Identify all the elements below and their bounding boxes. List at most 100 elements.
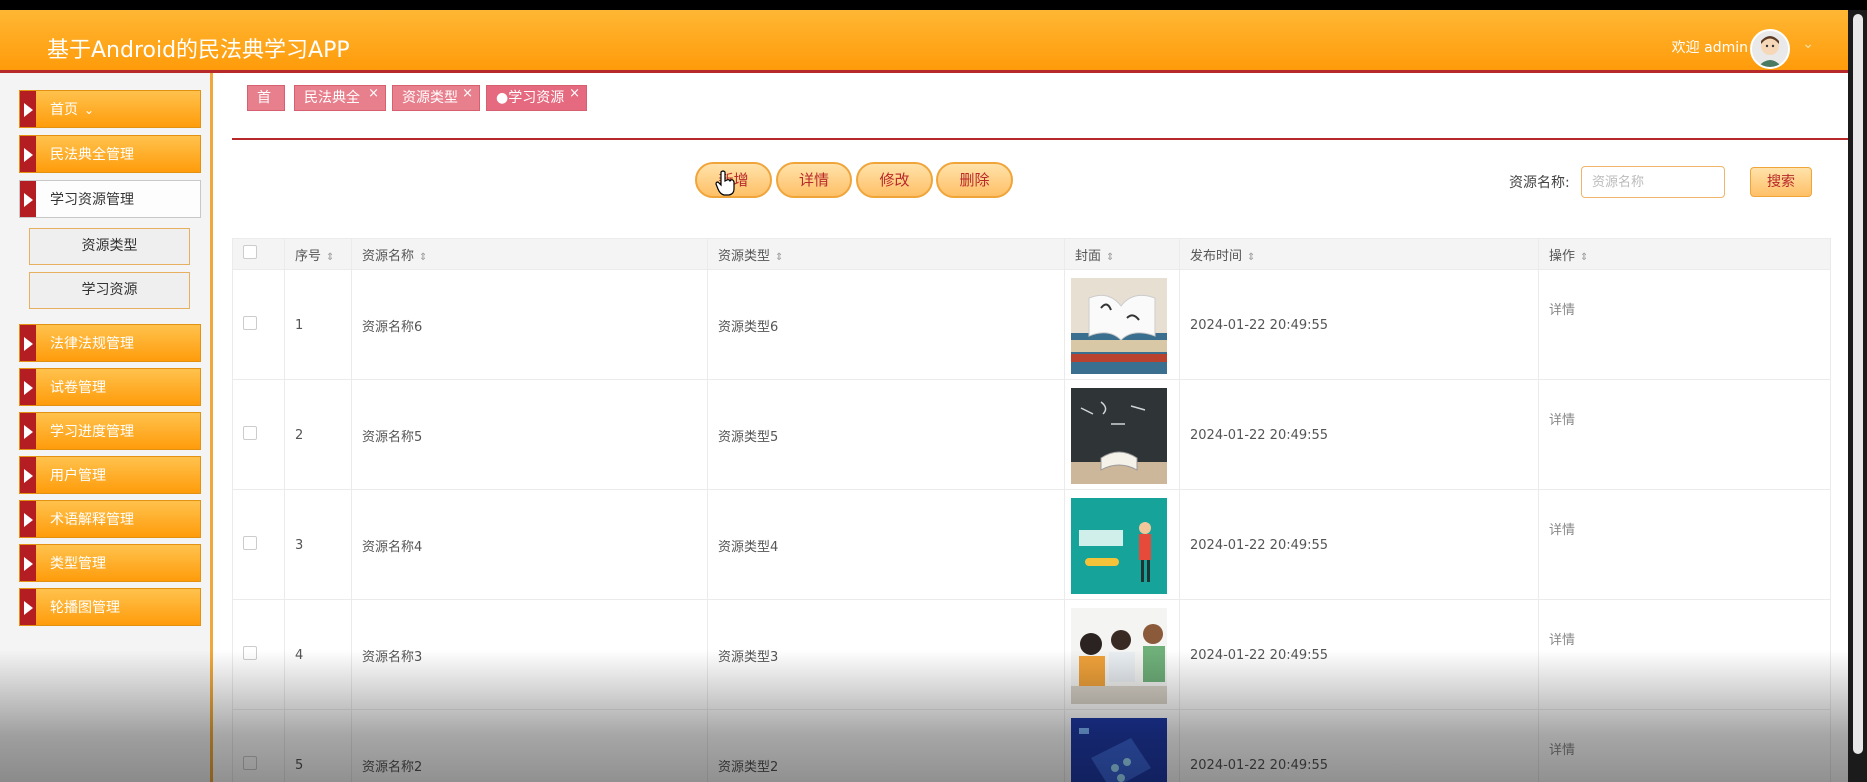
sidebar-item-label: 首页 bbox=[50, 102, 78, 118]
sidebar-subitem-resource-type[interactable]: 资源类型 bbox=[29, 228, 190, 265]
select-all-checkbox[interactable] bbox=[243, 245, 257, 259]
row-detail-link[interactable]: 详情 bbox=[1549, 299, 1575, 318]
cell-action: 详情 bbox=[1538, 709, 1831, 782]
tab-learning-resource[interactable]: ●学习资源 × bbox=[486, 85, 587, 111]
sidebar-item-label: 学习进度管理 bbox=[50, 424, 134, 440]
chevron-down-icon[interactable]: ⌄ bbox=[1802, 36, 1814, 52]
cell-name: 资源名称2 bbox=[351, 709, 708, 782]
edit-button[interactable]: 修改 bbox=[856, 162, 933, 198]
row-checkbox[interactable] bbox=[243, 755, 257, 770]
cell-action: 详情 bbox=[1538, 489, 1831, 600]
sort-icon[interactable]: ⇕ bbox=[1247, 252, 1255, 263]
column-header-name[interactable]: 资源名称 ⇕ bbox=[351, 238, 708, 270]
cell-cover bbox=[1064, 489, 1180, 600]
sidebar-item-terms[interactable]: 术语解释管理 bbox=[19, 500, 201, 538]
row-detail-link[interactable]: 详情 bbox=[1549, 519, 1575, 538]
sort-icon[interactable]: ⇕ bbox=[1580, 252, 1588, 263]
row-checkbox[interactable] bbox=[243, 425, 257, 440]
cell-text: 资源名称6 bbox=[362, 320, 423, 335]
cell-type: 资源类型3 bbox=[707, 599, 1065, 710]
column-header-action[interactable]: 操作 ⇕ bbox=[1538, 238, 1831, 270]
sort-icon[interactable]: ⇕ bbox=[326, 252, 334, 263]
row-checkbox[interactable] bbox=[243, 535, 257, 550]
row-checkbox[interactable] bbox=[243, 645, 257, 660]
cell-text: 资源名称2 bbox=[362, 760, 423, 775]
search-input[interactable] bbox=[1581, 166, 1725, 198]
row-checkbox-cell bbox=[232, 269, 285, 380]
cell-type: 资源类型5 bbox=[707, 379, 1065, 490]
sidebar-item-label: 法律法规管理 bbox=[50, 336, 134, 352]
cell-cover bbox=[1064, 269, 1180, 380]
cover-image-study-abroad bbox=[1071, 277, 1167, 374]
arrow-right-icon bbox=[20, 325, 36, 361]
delete-button[interactable]: 删除 bbox=[936, 162, 1013, 198]
sidebar-item-learning-resources[interactable]: 学习资源管理 bbox=[19, 180, 201, 218]
sidebar-item-label: 试卷管理 bbox=[50, 380, 106, 396]
cell-name: 资源名称5 bbox=[351, 379, 708, 490]
table-header-row: 序号 ⇕ 资源名称 ⇕ 资源类型 ⇕ 封面 ⇕ 发布时间 ⇕ 操作 ⇕ bbox=[232, 238, 1831, 270]
table-row[interactable]: 3 资源名称4 资源类型4 2024-01-22 20:49:55 详情 bbox=[232, 489, 1831, 600]
row-detail-link[interactable]: 详情 bbox=[1549, 409, 1575, 428]
cell-type: 资源类型6 bbox=[707, 269, 1065, 380]
search-button[interactable]: 搜索 bbox=[1750, 167, 1812, 197]
row-detail-link[interactable]: 详情 bbox=[1549, 739, 1575, 758]
detail-button[interactable]: 详情 bbox=[776, 162, 852, 198]
search-label: 资源名称: bbox=[1509, 175, 1570, 191]
sidebar-item-types[interactable]: 类型管理 bbox=[19, 544, 201, 582]
sidebar-item-exams[interactable]: 试卷管理 bbox=[19, 368, 201, 406]
sidebar-item-carousel[interactable]: 轮播图管理 bbox=[19, 588, 201, 626]
column-header-time[interactable]: 发布时间 ⇕ bbox=[1179, 238, 1539, 270]
cell-type: 资源类型4 bbox=[707, 489, 1065, 600]
cell-index: 5 bbox=[284, 709, 352, 782]
sort-icon[interactable]: ⇕ bbox=[419, 252, 427, 263]
sidebar-item-civil-code[interactable]: 民法典全管理 bbox=[19, 135, 201, 173]
column-header-label: 操作 bbox=[1549, 248, 1576, 264]
cover-image-chalkboard-book bbox=[1071, 387, 1167, 484]
close-icon[interactable]: × bbox=[569, 82, 580, 106]
cell-text: 2024-01-22 20:49:55 bbox=[1190, 538, 1329, 553]
tab-civil-code[interactable]: 民法典全 × bbox=[294, 85, 386, 111]
tab-label: ●学习资源 bbox=[496, 90, 565, 106]
arrow-right-icon bbox=[20, 545, 36, 581]
cell-text: 2024-01-22 20:49:55 bbox=[1190, 648, 1329, 663]
vertical-scrollbar[interactable] bbox=[1853, 14, 1863, 754]
row-checkbox[interactable] bbox=[243, 315, 257, 330]
tab-resource-type[interactable]: 资源类型 × bbox=[392, 85, 480, 111]
table-row[interactable]: 1 资源名称6 资源类型6 2024-01-22 20:49:55 详情 bbox=[232, 269, 1831, 380]
sidebar-item-label: 民法典全管理 bbox=[50, 147, 134, 163]
table-row[interactable]: 2 资源名称5 资源类型5 2024-01-22 20:49:55 详情 bbox=[232, 379, 1831, 490]
avatar-icon bbox=[1752, 31, 1788, 67]
cell-text: 资源名称4 bbox=[362, 540, 423, 555]
row-detail-link[interactable]: 详情 bbox=[1549, 629, 1575, 648]
sort-icon[interactable]: ⇕ bbox=[1106, 252, 1114, 263]
column-header-type[interactable]: 资源类型 ⇕ bbox=[707, 238, 1065, 270]
cell-name: 资源名称6 bbox=[351, 269, 708, 380]
sidebar: 首页 ⌄ 民法典全管理 学习资源管理 资源类型 学习资源 法律法规管理 试卷管理 … bbox=[0, 73, 213, 782]
sidebar-item-laws[interactable]: 法律法规管理 bbox=[19, 324, 201, 362]
row-checkbox-cell bbox=[232, 599, 285, 710]
arrow-right-icon bbox=[20, 501, 36, 537]
cell-time: 2024-01-22 20:49:55 bbox=[1179, 269, 1539, 380]
sidebar-item-home[interactable]: 首页 ⌄ bbox=[19, 90, 201, 128]
sidebar-subitem-learning-resource[interactable]: 学习资源 bbox=[29, 272, 190, 309]
table-row[interactable]: 5 资源名称2 资源类型2 2024-01-22 20:49:55 详情 bbox=[232, 709, 1831, 782]
arrow-right-icon bbox=[20, 589, 36, 625]
tab-home[interactable]: 首页 bbox=[247, 85, 285, 130]
arrow-right-icon bbox=[20, 91, 36, 127]
table-row[interactable]: 4 资源名称3 资源类型3 2024-01-22 20:49:55 详情 bbox=[232, 599, 1831, 710]
close-icon[interactable]: × bbox=[462, 82, 473, 106]
avatar[interactable] bbox=[1750, 29, 1790, 69]
column-header-cover[interactable]: 封面 ⇕ bbox=[1064, 238, 1180, 270]
cell-text: 资源类型2 bbox=[718, 760, 779, 775]
sort-icon[interactable]: ⇕ bbox=[775, 252, 783, 263]
sidebar-item-users[interactable]: 用户管理 bbox=[19, 456, 201, 494]
cell-time: 2024-01-22 20:49:55 bbox=[1179, 709, 1539, 782]
column-header-label: 资源类型 bbox=[718, 248, 771, 264]
row-checkbox-cell bbox=[232, 709, 285, 782]
column-header-index[interactable]: 序号 ⇕ bbox=[284, 238, 352, 270]
cover-image-digital-blue bbox=[1071, 717, 1167, 782]
hand-cursor-icon bbox=[715, 170, 735, 196]
close-icon[interactable]: × bbox=[368, 82, 379, 106]
sidebar-item-progress[interactable]: 学习进度管理 bbox=[19, 412, 201, 450]
cell-index: 3 bbox=[284, 489, 352, 600]
